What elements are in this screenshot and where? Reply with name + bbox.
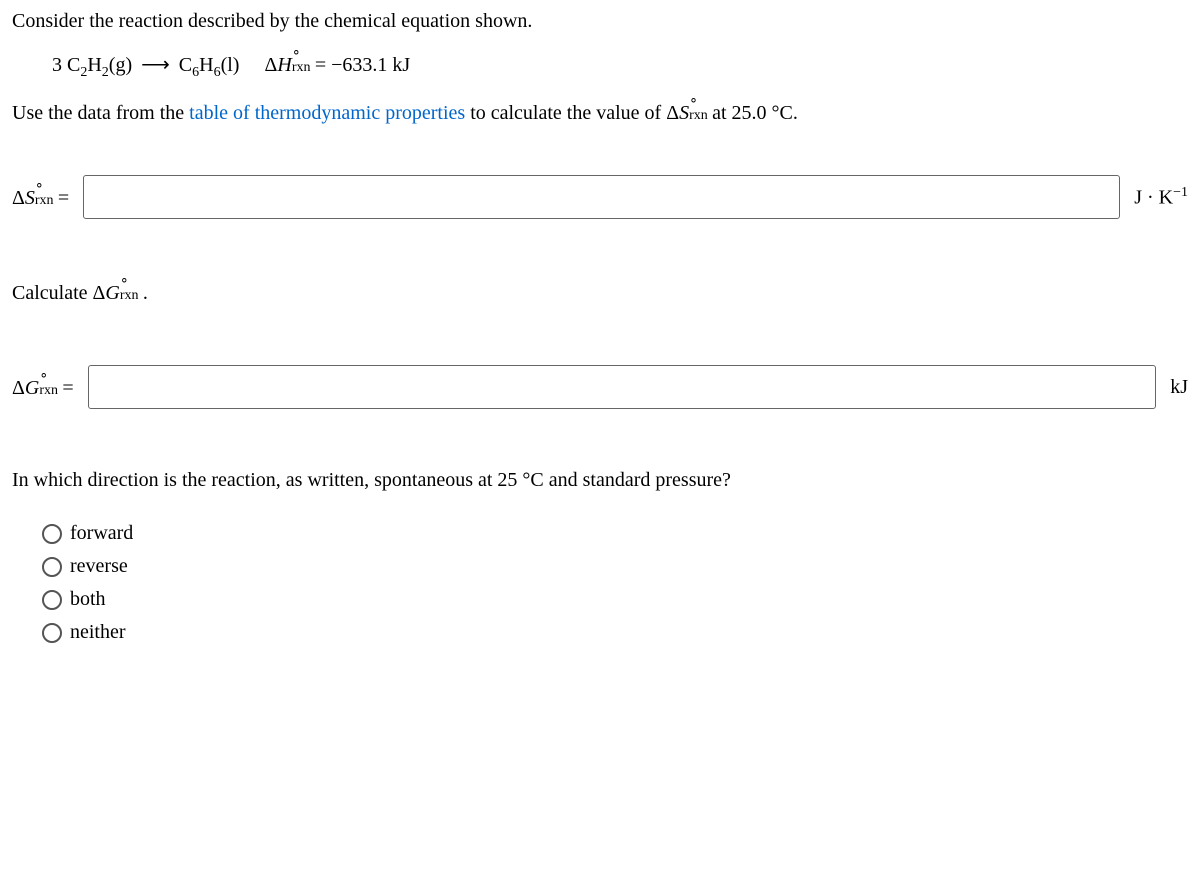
option-forward-radio[interactable]: [42, 524, 62, 544]
delta-s-input-row: ΔS∘rxn = J · K−1: [12, 175, 1188, 219]
chemical-equation: 3 C2H2(g) ⟶ C6H6(l) ΔH∘rxn = −633.1 kJ: [52, 51, 1188, 81]
delta-s-label: ΔS∘rxn =: [12, 184, 69, 210]
option-forward-label[interactable]: forward: [70, 522, 133, 545]
delta-h-symbol: ΔH∘rxn: [264, 54, 309, 76]
instruction-text: Use the data from the table of thermodyn…: [12, 99, 1188, 125]
delta-s-input[interactable]: [83, 175, 1120, 219]
delta-h-value: −633.1 kJ: [331, 54, 410, 76]
reaction-arrow: ⟶: [137, 52, 174, 77]
delta-g-label: ΔG∘rxn =: [12, 374, 74, 400]
option-reverse-label[interactable]: reverse: [70, 555, 128, 578]
intro-text: Consider the reaction described by the c…: [12, 10, 1188, 33]
option-neither-row: neither: [42, 621, 1188, 644]
option-both-row: both: [42, 588, 1188, 611]
direction-options: forward reverse both neither: [42, 522, 1188, 644]
delta-s-unit: J · K−1: [1134, 185, 1188, 210]
direction-question-text: In which direction is the reaction, as w…: [12, 469, 1188, 492]
option-reverse-radio[interactable]: [42, 557, 62, 577]
product-formula: C6H6(l): [179, 54, 240, 76]
option-both-label[interactable]: both: [70, 588, 106, 611]
option-both-radio[interactable]: [42, 590, 62, 610]
thermo-table-link[interactable]: table of thermodynamic properties: [189, 102, 465, 124]
option-reverse-row: reverse: [42, 555, 1188, 578]
option-forward-row: forward: [42, 522, 1188, 545]
delta-g-input-row: ΔG∘rxn = kJ: [12, 365, 1188, 409]
delta-g-input[interactable]: [88, 365, 1157, 409]
option-neither-radio[interactable]: [42, 623, 62, 643]
option-neither-label[interactable]: neither: [70, 621, 126, 644]
delta-g-unit: kJ: [1170, 376, 1188, 399]
reactant-coefficient: 3: [52, 54, 62, 76]
equals-sign: =: [310, 54, 331, 76]
calculate-delta-g-prompt: Calculate ΔG∘rxn .: [12, 279, 1188, 305]
reactant-formula: C2H2(g): [67, 54, 132, 76]
